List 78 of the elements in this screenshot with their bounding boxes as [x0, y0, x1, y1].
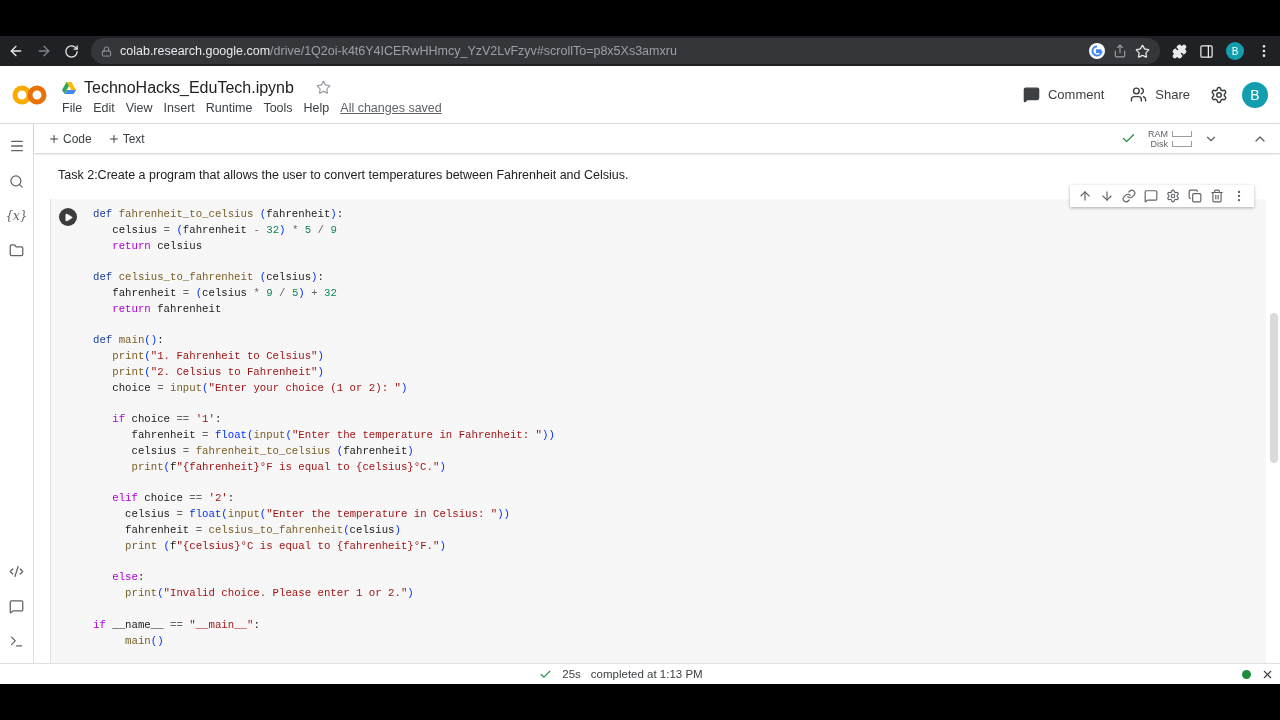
plus-icon	[48, 132, 60, 145]
save-status-link[interactable]: All changes saved	[340, 100, 442, 115]
folder-icon[interactable]	[9, 243, 24, 258]
code-line: return fahrenheit	[111, 301, 223, 317]
settings-icon[interactable]	[1166, 189, 1180, 203]
menu-item[interactable]: View	[125, 100, 153, 115]
add-cell-button[interactable]: Text	[105, 129, 147, 148]
code-line: print (f"{celsius}°C is equal to {fahrenheit}°F.")	[124, 538, 447, 554]
comment-icon[interactable]	[9, 599, 24, 614]
menu-item[interactable]: Edit	[93, 100, 115, 115]
disk-label: Disk	[1150, 138, 1168, 149]
text-cell-text: Task 2:Create a program that allows the user to convert temperatures between Fahrenheit and Celsius.	[57, 167, 630, 184]
status-message: completed at 1:13 PM	[590, 668, 703, 680]
status-dot	[1242, 669, 1251, 679]
code-line: def fahrenheit_to_celsius (fahrenheit):	[93, 207, 345, 222]
menu-item[interactable]: Help	[303, 100, 330, 115]
menu-item[interactable]: File	[62, 100, 83, 115]
people-icon	[1130, 86, 1148, 103]
url-text: colab.research.google.com/drive/1Q2oi-k4t6Y4ICERwHHmcy_YzV2LvFzyv#scrollTo=p8x5Xs3amxru	[120, 44, 678, 58]
menu-icon[interactable]	[8, 138, 25, 154]
notebook-title[interactable]: TechnoHacks_EduTech.ipynb	[84, 78, 294, 97]
code-line: choice = input("Enter your choice (1 or 2): ")	[111, 380, 409, 396]
address-bar[interactable]: colab.research.google.com/drive/1Q2oi-k4t6Y4ICERwHHmcy_YzV2LvFzyv#scrollTo=p8x5Xs3amxru	[91, 38, 1160, 64]
lock-icon	[101, 45, 112, 57]
back-icon[interactable]	[8, 43, 24, 59]
code-line: print("1. Fahrenheit to Celsius")	[111, 349, 325, 365]
share-icon[interactable]	[1113, 44, 1127, 58]
menu-item[interactable]: Runtime	[205, 100, 253, 115]
code-line: print("2. Celsius to Fahrenheit")	[111, 364, 325, 380]
code-line: celsius = (fahrenheit - 32) * 5 / 9	[111, 222, 338, 238]
colab-logo[interactable]	[12, 84, 48, 105]
code-line: fahrenheit = float(input("Enter the temperature in Fahrenheit: "))	[130, 428, 555, 444]
code-line: celsius = float(input("Enter the temperature in Celsius: "))	[124, 507, 511, 523]
comment-icon	[1022, 86, 1040, 103]
code-line: return celsius	[111, 238, 204, 254]
drive-icon	[62, 81, 76, 94]
code-line: def celsius_to_fahrenheit (celsius):	[93, 270, 325, 286]
move-up-icon[interactable]	[1078, 189, 1092, 203]
code-line: print("Invalid choice. Please enter 1 or 2.")	[124, 586, 415, 602]
add-cell-button[interactable]: Code	[46, 129, 94, 148]
comment-icon[interactable]	[1144, 189, 1158, 203]
scrollbar-thumb[interactable]	[1270, 313, 1278, 463]
star-icon[interactable]	[315, 80, 331, 95]
code-line: main()	[124, 633, 165, 649]
code-line: celsius = fahrenheit_to_celsius (fahrenheit)	[130, 443, 415, 459]
google-icon[interactable]	[1089, 43, 1105, 59]
run-button[interactable]	[59, 208, 77, 226]
share-button[interactable]: Share	[1124, 82, 1196, 107]
reload-icon[interactable]	[64, 43, 79, 59]
move-down-icon[interactable]	[1100, 189, 1114, 203]
code-line: fahrenheit = celsius_to_fahrenheit(celsius)	[124, 522, 402, 538]
code-line: elif choice == '2':	[111, 491, 236, 507]
forward-icon[interactable]	[36, 43, 52, 59]
comment-button[interactable]: Comment	[1016, 82, 1111, 107]
code-line: if choice == '1':	[111, 412, 223, 428]
plus-icon	[107, 132, 120, 145]
code-line: else:	[111, 570, 146, 586]
search-icon[interactable]	[9, 174, 24, 189]
code-line: def main():	[93, 333, 165, 349]
ram-meter	[1172, 130, 1192, 137]
terminal-icon[interactable]	[9, 634, 24, 649]
run-duration: 25s	[562, 668, 581, 680]
copy-icon[interactable]	[1188, 189, 1202, 203]
menu-item[interactable]: Insert	[163, 100, 195, 115]
code-line: print(f"{fahrenheit}°F is equal to {celsius}°C.")	[130, 459, 447, 475]
settings-icon[interactable]	[1210, 85, 1228, 104]
menu-item[interactable]: Tools	[263, 100, 293, 115]
delete-icon[interactable]	[1210, 189, 1224, 203]
link-icon[interactable]	[1122, 189, 1136, 203]
code-icon[interactable]	[9, 564, 24, 579]
variables-icon[interactable]: {x}	[5, 209, 28, 223]
code-line: if __name__ == "__main__":	[93, 617, 261, 633]
ram-label: RAM	[1148, 128, 1168, 139]
play-icon	[63, 212, 73, 222]
extension-icon[interactable]	[1172, 43, 1187, 59]
side-panel-icon[interactable]	[1199, 43, 1214, 59]
code-line: fahrenheit = (celsius * 9 / 5) + 32	[111, 286, 338, 301]
disk-meter	[1172, 140, 1192, 147]
